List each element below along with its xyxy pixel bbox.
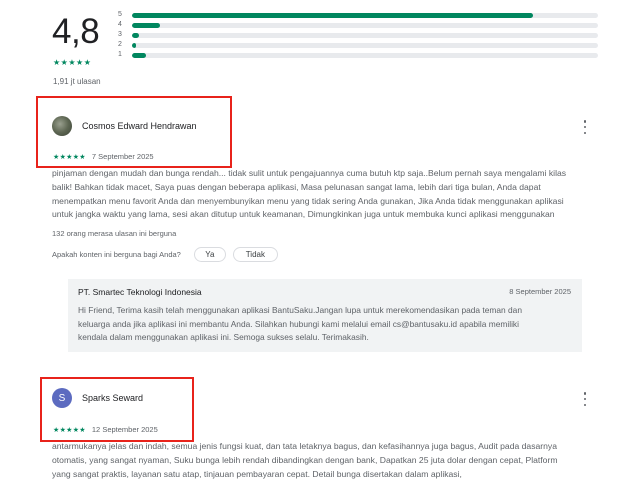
reviewer-name: Cosmos Edward Hendrawan bbox=[82, 121, 197, 131]
average-stars: ★★★★★ bbox=[53, 58, 92, 67]
rating-bar-label: 3 bbox=[118, 31, 122, 38]
review-text-line: yang sangat praktis, layanan satu atap, … bbox=[52, 468, 462, 479]
developer-reply: PT. Smartec Teknologi Indonesia 8 Septem… bbox=[68, 279, 582, 352]
rating-bar-fill bbox=[132, 22, 160, 28]
helpful-question: Apakah konten ini berguna bagi Anda? bbox=[52, 250, 181, 259]
helpful-row: Apakah konten ini berguna bagi Anda? Ya … bbox=[52, 247, 278, 262]
developer-name: PT. Smartec Teknologi Indonesia bbox=[78, 287, 202, 297]
rating-summary: 4,8 ★★★★★ 1,91 jt ulasan 5 4 3 2 1 bbox=[52, 8, 612, 86]
rating-distribution: 5 4 3 2 1 bbox=[118, 10, 598, 60]
rating-bar-fill bbox=[132, 42, 136, 48]
rating-bar-fill bbox=[132, 12, 533, 18]
helpful-yes-button[interactable]: Ya bbox=[193, 247, 226, 262]
reviewer-header: Cosmos Edward Hendrawan bbox=[52, 116, 197, 136]
rating-bar-fill bbox=[132, 52, 146, 58]
review-date: 7 September 2025 bbox=[91, 152, 154, 161]
rating-bar-track bbox=[132, 42, 598, 48]
rating-bar-fill bbox=[132, 32, 139, 38]
developer-reply-line: kendala dalam menggunakan aplikasi ini. … bbox=[78, 332, 369, 343]
reviewer-avatar bbox=[52, 116, 72, 136]
developer-reply-line: Hi Friend, Terima kasih telah menggunaka… bbox=[78, 305, 522, 315]
more-options-icon[interactable] bbox=[580, 392, 590, 406]
review-count: 1,91 jt ulasan bbox=[53, 77, 101, 86]
review-text-line: balik! Bahkan tidak macet, Saya puas den… bbox=[52, 181, 541, 192]
review-text-line: otomatis, yang sangat nyaman, Suku bunga… bbox=[52, 454, 558, 465]
review-date: 12 September 2025 bbox=[91, 425, 158, 434]
rating-bar-row: 5 bbox=[118, 10, 598, 20]
reviewer-header: S Sparks Seward bbox=[52, 388, 143, 408]
reviewer-name: Sparks Seward bbox=[82, 393, 144, 403]
reviewer-avatar: S bbox=[52, 388, 72, 408]
review-text-line: pinjaman dengan mudah dan bunga rendah..… bbox=[52, 168, 567, 178]
rating-bar-row: 4 bbox=[118, 20, 598, 30]
rating-bar-track bbox=[132, 32, 598, 38]
rating-bar-label: 5 bbox=[118, 11, 122, 18]
review-text: antarmukanya jelas dan indah, semua jeni… bbox=[52, 440, 600, 481]
developer-reply-line: keluarga anda jika aplikasi ini membantu… bbox=[78, 318, 519, 329]
review-text-line: untuk jangka waktu yang lama, sesi akan … bbox=[52, 209, 555, 220]
rating-bar-track bbox=[132, 12, 598, 18]
rating-bar-track bbox=[132, 52, 598, 58]
rating-bar-row: 1 bbox=[118, 50, 598, 60]
review-stars: ★★★★★ bbox=[53, 153, 86, 161]
more-options-icon[interactable] bbox=[580, 120, 590, 134]
helpful-count: 132 orang merasa ulasan ini berguna bbox=[52, 229, 177, 238]
rating-bar-label: 1 bbox=[118, 51, 122, 58]
review-text-line: antarmukanya jelas dan indah, semua jeni… bbox=[52, 441, 557, 451]
review-stars: ★★★★★ bbox=[53, 426, 86, 434]
review-text: pinjaman dengan mudah dan bunga rendah..… bbox=[52, 167, 600, 222]
average-rating: 4,8 bbox=[52, 12, 100, 51]
helpful-no-button[interactable]: Tidak bbox=[232, 247, 278, 262]
review-meta: ★★★★★ 7 September 2025 bbox=[53, 152, 154, 161]
developer-reply-date: 8 September 2025 bbox=[509, 287, 571, 296]
rating-bar-label: 2 bbox=[118, 41, 122, 48]
rating-bar-row: 2 bbox=[118, 40, 598, 50]
rating-bar-row: 3 bbox=[118, 30, 598, 40]
rating-bar-track bbox=[132, 22, 598, 28]
rating-bar-label: 4 bbox=[118, 21, 122, 28]
review-card: S Sparks Seward ★★★★★ 12 September 2025 … bbox=[52, 386, 600, 486]
developer-reply-text: Hi Friend, Terima kasih telah menggunaka… bbox=[78, 304, 572, 345]
review-meta: ★★★★★ 12 September 2025 bbox=[53, 425, 158, 434]
review-text-line: menempatkan menu favorit Anda dan menyem… bbox=[52, 195, 564, 206]
